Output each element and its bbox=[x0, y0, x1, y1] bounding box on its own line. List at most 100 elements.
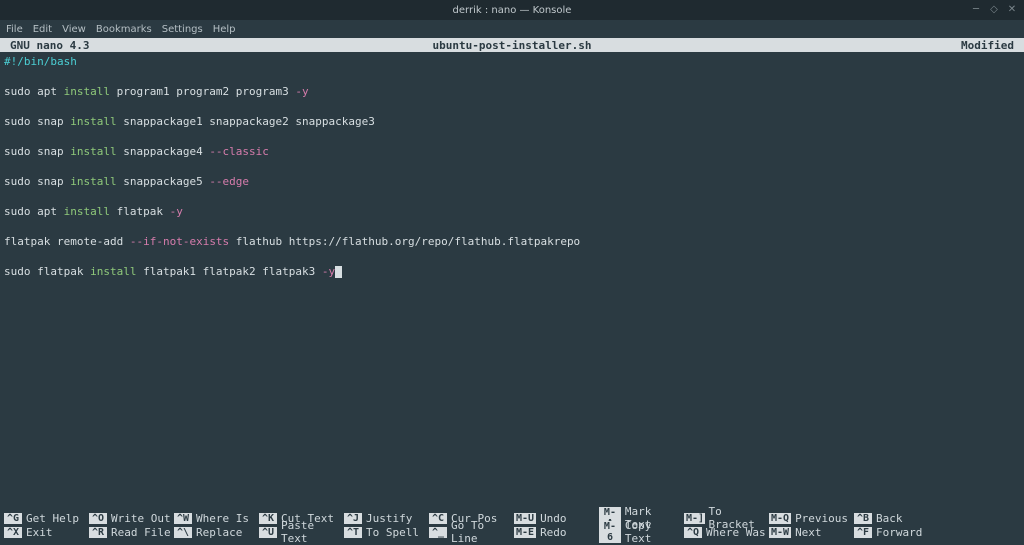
code-token: sudo snap bbox=[4, 145, 70, 158]
shortcut-key: ^_ bbox=[429, 527, 447, 538]
shortcut-bar: ^GGet Help^OWrite Out^WWhere Is^KCut Tex… bbox=[0, 511, 1024, 539]
shortcut-key: M-U bbox=[514, 513, 536, 524]
shortcut-key: ^T bbox=[344, 527, 362, 538]
code-token: install bbox=[70, 115, 116, 128]
shortcut-key: ^C bbox=[429, 513, 447, 524]
code-token: snappackage5 bbox=[117, 175, 210, 188]
text-cursor bbox=[335, 266, 342, 278]
shortcut-label: Get Help bbox=[26, 512, 79, 525]
shortcut-item: M-6Copy Text bbox=[599, 525, 684, 539]
editor-line: flatpak remote-add --if-not-exists flath… bbox=[4, 234, 1020, 249]
close-icon[interactable]: ✕ bbox=[1006, 3, 1018, 15]
shortcut-item: ^UPaste Text bbox=[259, 525, 344, 539]
shortcut-label: Copy Text bbox=[625, 519, 684, 545]
code-token: program1 program2 program3 bbox=[110, 85, 295, 98]
shortcut-label: Redo bbox=[540, 526, 567, 539]
code-token: install bbox=[64, 85, 110, 98]
nano-header: GNU nano 4.3 ubuntu-post-installer.sh Mo… bbox=[0, 38, 1024, 52]
window-titlebar: derrik : nano — Konsole ─ ◇ ✕ bbox=[0, 0, 1024, 20]
editor-line: sudo apt install program1 program2 progr… bbox=[4, 84, 1020, 99]
shortcut-item: ^\ Replace bbox=[174, 525, 259, 539]
menu-file[interactable]: File bbox=[6, 24, 23, 35]
shortcut-key: M-E bbox=[514, 527, 536, 538]
shortcut-item: M-E Redo bbox=[514, 525, 599, 539]
menu-help[interactable]: Help bbox=[213, 24, 236, 35]
shortcut-key: ^W bbox=[174, 513, 192, 524]
shortcut-label: Read File bbox=[111, 526, 171, 539]
shortcut-key: ^X bbox=[4, 527, 22, 538]
shortcut-item: ^X Exit bbox=[4, 525, 89, 539]
code-token: --classic bbox=[209, 145, 269, 158]
menubar: File Edit View Bookmarks Settings Help bbox=[0, 20, 1024, 38]
shortcut-label: To Spell bbox=[366, 526, 419, 539]
shortcut-label: Where Is bbox=[196, 512, 249, 525]
shortcut-key: ^O bbox=[89, 513, 107, 524]
code-token: -y bbox=[322, 265, 335, 278]
editor-area[interactable]: #!/bin/bash sudo apt install program1 pro… bbox=[0, 52, 1024, 281]
menu-view[interactable]: View bbox=[62, 24, 86, 35]
window-title: derrik : nano — Konsole bbox=[453, 5, 572, 16]
maximize-icon[interactable]: ◇ bbox=[988, 3, 1000, 15]
editor-line bbox=[4, 69, 1020, 84]
shortcut-item: ^_Go To Line bbox=[429, 525, 514, 539]
code-token: install bbox=[70, 145, 116, 158]
shortcut-key: ^R bbox=[89, 527, 107, 538]
code-token: install bbox=[64, 205, 110, 218]
code-token: flatpak bbox=[110, 205, 170, 218]
editor-line bbox=[4, 99, 1020, 114]
shortcut-label: Next bbox=[795, 526, 822, 539]
code-token: snappackage4 bbox=[117, 145, 210, 158]
editor-line: sudo snap install snappackage5 --edge bbox=[4, 174, 1020, 189]
code-token: snappackage1 snappackage2 snappackage3 bbox=[117, 115, 375, 128]
code-token: sudo snap bbox=[4, 115, 70, 128]
shortcut-label: Paste Text bbox=[281, 519, 344, 545]
shortcut-item: ^G Get Help bbox=[4, 511, 89, 525]
editor-line bbox=[4, 129, 1020, 144]
code-token: flathub https://flathub.org/repo/flathub… bbox=[229, 235, 580, 248]
code-token: sudo snap bbox=[4, 175, 70, 188]
code-token: --edge bbox=[209, 175, 249, 188]
editor-line: #!/bin/bash bbox=[4, 54, 1020, 69]
shortcut-item: ^T To Spell bbox=[344, 525, 429, 539]
shortcut-label: Undo bbox=[540, 512, 567, 525]
shortcut-label: Write Out bbox=[111, 512, 171, 525]
nano-status: Modified bbox=[961, 39, 1014, 52]
code-token: install bbox=[70, 175, 116, 188]
code-token: -y bbox=[170, 205, 183, 218]
minimize-icon[interactable]: ─ bbox=[970, 3, 982, 15]
editor-line: sudo apt install flatpak -y bbox=[4, 204, 1020, 219]
code-token: --if-not-exists bbox=[130, 235, 229, 248]
editor-line bbox=[4, 249, 1020, 264]
shortcut-key: M-6 bbox=[599, 521, 621, 543]
shortcut-item: M-U Undo bbox=[514, 511, 599, 525]
shortcut-label: Replace bbox=[196, 526, 242, 539]
shortcut-row-2: ^X Exit ^R Read File^\ Replace ^UPaste Text^T… bbox=[4, 525, 1020, 539]
shortcut-key: ^U bbox=[259, 527, 277, 538]
shortcut-key: ^\ bbox=[174, 527, 192, 538]
shortcut-item: ^R Read File bbox=[89, 525, 174, 539]
shortcut-key: ^J bbox=[344, 513, 362, 524]
shortcut-label: Justify bbox=[366, 512, 412, 525]
shortcut-label: Exit bbox=[26, 526, 53, 539]
editor-line bbox=[4, 189, 1020, 204]
code-token: flatpak remote-add bbox=[4, 235, 130, 248]
shortcut-key: ^G bbox=[4, 513, 22, 524]
shortcut-key: M-W bbox=[769, 527, 791, 538]
editor-line: sudo flatpak install flatpak1 flatpak2 f… bbox=[4, 264, 1020, 279]
shortcut-label: Where Was bbox=[706, 526, 766, 539]
shortcut-key: ^F bbox=[854, 527, 872, 538]
window-controls: ─ ◇ ✕ bbox=[970, 3, 1018, 15]
shortcut-item: M-QPrevious bbox=[769, 511, 854, 525]
menu-settings[interactable]: Settings bbox=[162, 24, 203, 35]
menu-edit[interactable]: Edit bbox=[33, 24, 52, 35]
shortcut-key: ^K bbox=[259, 513, 277, 524]
code-token: #!/bin/bash bbox=[4, 55, 77, 68]
shortcut-key: ^B bbox=[854, 513, 872, 524]
editor-line bbox=[4, 159, 1020, 174]
shortcut-item: ^O Write Out bbox=[89, 511, 174, 525]
shortcut-item: ^BBack bbox=[854, 511, 939, 525]
menu-bookmarks[interactable]: Bookmarks bbox=[96, 24, 152, 35]
nano-filename: ubuntu-post-installer.sh bbox=[433, 39, 592, 52]
shortcut-item: M-W Next bbox=[769, 525, 854, 539]
code-token: flatpak1 flatpak2 flatpak3 bbox=[136, 265, 321, 278]
